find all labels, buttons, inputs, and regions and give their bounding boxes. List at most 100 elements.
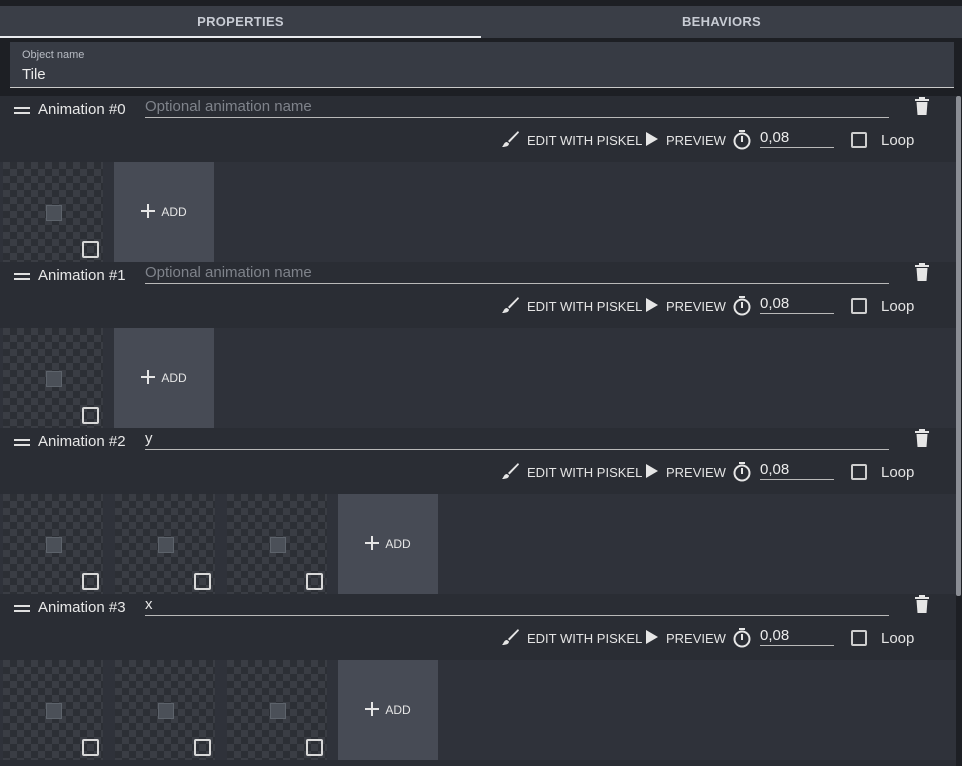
animation-header: Animation #0 Optional animation name EDIT … bbox=[0, 96, 956, 162]
animation-frame[interactable] bbox=[3, 494, 103, 594]
loop-checkbox[interactable] bbox=[851, 132, 867, 148]
preview-button[interactable]: PREVIEW bbox=[646, 129, 726, 151]
timer-icon bbox=[732, 295, 760, 317]
edit-with-piskel-button[interactable]: EDIT WITH PISKEL bbox=[501, 129, 642, 151]
frame-select-checkbox[interactable] bbox=[82, 739, 99, 756]
drag-handle-icon[interactable] bbox=[14, 605, 30, 615]
frame-select-checkbox[interactable] bbox=[306, 573, 323, 590]
next-animation-edge bbox=[0, 760, 956, 766]
loop-label: Loop bbox=[881, 297, 915, 315]
animation-title: Animation #0 bbox=[38, 101, 126, 118]
edit-with-piskel-button[interactable]: EDIT WITH PISKEL bbox=[501, 627, 642, 649]
preview-label: PREVIEW bbox=[666, 464, 726, 480]
plus-icon bbox=[365, 535, 385, 553]
animation-frame[interactable] bbox=[115, 494, 215, 594]
frame-sprite bbox=[46, 371, 62, 387]
frame-select-checkbox[interactable] bbox=[306, 739, 323, 756]
trash-icon[interactable] bbox=[914, 263, 930, 281]
frame-duration-input[interactable]: 0,08 bbox=[760, 460, 834, 480]
object-name-field[interactable]: Object name Tile bbox=[10, 42, 954, 88]
trash-icon[interactable] bbox=[914, 595, 930, 613]
animation-panel: Animation #0 Optional animation name EDIT … bbox=[0, 96, 956, 262]
preview-button[interactable]: PREVIEW bbox=[646, 627, 726, 649]
loop-checkbox[interactable] bbox=[851, 298, 867, 314]
edit-with-piskel-label: EDIT WITH PISKEL bbox=[527, 464, 643, 480]
timer-icon bbox=[732, 129, 760, 151]
play-icon bbox=[646, 297, 666, 315]
frames-strip: ADD bbox=[0, 660, 956, 760]
brush-icon bbox=[501, 130, 527, 151]
animation-name-input[interactable]: x bbox=[145, 594, 889, 616]
animation-title: Animation #1 bbox=[38, 267, 126, 284]
add-frame-button[interactable]: ADD bbox=[338, 660, 438, 760]
edit-with-piskel-label: EDIT WITH PISKEL bbox=[527, 630, 643, 646]
frame-select-checkbox[interactable] bbox=[194, 739, 211, 756]
preview-label: PREVIEW bbox=[666, 132, 726, 148]
frame-sprite bbox=[158, 537, 174, 553]
brush-icon bbox=[501, 462, 527, 483]
object-name-value[interactable]: Tile bbox=[22, 66, 46, 83]
scrollbar[interactable] bbox=[956, 96, 961, 596]
preview-label: PREVIEW bbox=[666, 298, 726, 314]
drag-handle-icon[interactable] bbox=[14, 439, 30, 449]
plus-icon bbox=[141, 203, 161, 221]
drag-handle-icon[interactable] bbox=[14, 107, 30, 117]
preview-button[interactable]: PREVIEW bbox=[646, 461, 726, 483]
frame-sprite bbox=[270, 537, 286, 553]
timer-icon bbox=[732, 627, 760, 649]
animation-header: Animation #3 x EDIT WITH PISKEL PREVIEW 0,08… bbox=[0, 594, 956, 660]
add-frame-label: ADD bbox=[385, 537, 411, 551]
animation-name-input[interactable]: Optional animation name bbox=[145, 262, 889, 284]
play-icon bbox=[646, 463, 666, 481]
animation-frame[interactable] bbox=[115, 660, 215, 760]
animation-header: Animation #2 y EDIT WITH PISKEL PREVIEW 0,08… bbox=[0, 428, 956, 494]
play-icon bbox=[646, 131, 666, 149]
frame-select-checkbox[interactable] bbox=[82, 407, 99, 424]
add-frame-button[interactable]: ADD bbox=[114, 162, 214, 262]
animation-name-input[interactable]: Optional animation name bbox=[145, 96, 889, 118]
frame-duration-input[interactable]: 0,08 bbox=[760, 626, 834, 646]
animation-frame[interactable] bbox=[3, 328, 103, 428]
add-frame-button[interactable]: ADD bbox=[338, 494, 438, 594]
loop-label: Loop bbox=[881, 629, 915, 647]
frame-select-checkbox[interactable] bbox=[82, 241, 99, 258]
edit-with-piskel-button[interactable]: EDIT WITH PISKEL bbox=[501, 295, 642, 317]
add-frame-button[interactable]: ADD bbox=[114, 328, 214, 428]
add-frame-label: ADD bbox=[161, 205, 187, 219]
animation-name-input[interactable]: y bbox=[145, 428, 889, 450]
loop-toggle[interactable]: Loop bbox=[851, 627, 914, 649]
loop-checkbox[interactable] bbox=[851, 464, 867, 480]
tab-bar: PROPERTIES BEHAVIORS bbox=[0, 6, 962, 38]
frame-duration-input[interactable]: 0,08 bbox=[760, 128, 834, 148]
loop-toggle[interactable]: Loop bbox=[851, 295, 914, 317]
edit-with-piskel-button[interactable]: EDIT WITH PISKEL bbox=[501, 461, 642, 483]
plus-icon bbox=[141, 369, 161, 387]
edit-with-piskel-label: EDIT WITH PISKEL bbox=[527, 298, 643, 314]
frame-select-checkbox[interactable] bbox=[194, 573, 211, 590]
drag-handle-icon[interactable] bbox=[14, 273, 30, 283]
frame-sprite bbox=[46, 703, 62, 719]
trash-icon[interactable] bbox=[914, 429, 930, 447]
animation-panel: Animation #3 x EDIT WITH PISKEL PREVIEW 0,08… bbox=[0, 594, 956, 760]
trash-icon[interactable] bbox=[914, 97, 930, 115]
animation-panel: Animation #1 Optional animation name EDIT … bbox=[0, 262, 956, 428]
brush-icon bbox=[501, 296, 527, 317]
loop-toggle[interactable]: Loop bbox=[851, 461, 914, 483]
animation-frame[interactable] bbox=[3, 660, 103, 760]
animation-frame[interactable] bbox=[227, 494, 327, 594]
animation-frame[interactable] bbox=[227, 660, 327, 760]
frames-strip: ADD bbox=[0, 328, 956, 428]
frame-duration-input[interactable]: 0,08 bbox=[760, 294, 834, 314]
play-icon bbox=[646, 629, 666, 647]
frame-sprite bbox=[46, 537, 62, 553]
loop-toggle[interactable]: Loop bbox=[851, 129, 914, 151]
frame-select-checkbox[interactable] bbox=[82, 573, 99, 590]
animation-frame[interactable] bbox=[3, 162, 103, 262]
animation-header: Animation #1 Optional animation name EDIT … bbox=[0, 262, 956, 328]
timer-icon bbox=[732, 461, 760, 483]
frame-sprite bbox=[46, 205, 62, 221]
preview-button[interactable]: PREVIEW bbox=[646, 295, 726, 317]
tab-behaviors[interactable]: BEHAVIORS bbox=[481, 6, 962, 38]
tab-properties[interactable]: PROPERTIES bbox=[0, 6, 481, 38]
loop-checkbox[interactable] bbox=[851, 630, 867, 646]
